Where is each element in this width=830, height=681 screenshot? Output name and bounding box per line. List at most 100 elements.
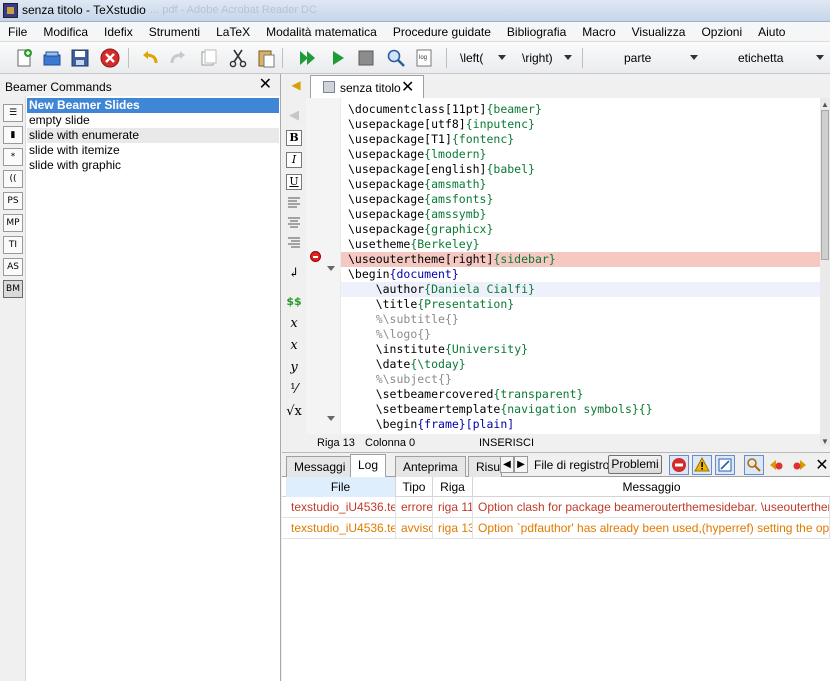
list-item[interactable]: slide with itemize	[27, 143, 279, 158]
list-item[interactable]: slide with enumerate	[27, 128, 279, 143]
menu-idefix[interactable]: Idefix	[96, 25, 141, 39]
menu-procedure-guidate[interactable]: Procedure guidate	[385, 25, 499, 39]
redo-icon[interactable]	[166, 46, 190, 70]
align-left-icon[interactable]	[286, 196, 302, 212]
tab-log[interactable]: Log	[350, 454, 387, 478]
view-pdf-icon[interactable]	[384, 46, 408, 70]
code-line[interactable]: \usepackage{amsmath}	[341, 177, 820, 192]
close-icon[interactable]: ✕	[812, 455, 830, 475]
open-file-icon[interactable]	[40, 46, 64, 70]
error-marker-icon[interactable]	[310, 251, 321, 262]
list-item[interactable]: empty slide	[27, 113, 279, 128]
code-line[interactable]: \usepackage{amssymb}	[341, 207, 820, 222]
tab-risultati[interactable]: Risul	[468, 456, 502, 477]
code-line[interactable]: %\subtitle{}	[341, 312, 820, 327]
paste-icon[interactable]	[254, 46, 278, 70]
tab-senza-titolo[interactable]: senza titolo ✕	[310, 75, 424, 98]
menu-latex[interactable]: LaTeX	[208, 25, 258, 39]
beamer-icon[interactable]: BM	[3, 280, 23, 298]
close-icon[interactable]: ✕	[259, 77, 272, 93]
save-icon[interactable]	[68, 46, 92, 70]
subscript-icon[interactable]: x	[286, 316, 302, 332]
scrollbar-thumb[interactable]	[821, 110, 829, 260]
table-row[interactable]: texstudio_iU4536.tex avviso riga 13 Option …	[282, 518, 830, 539]
scroll-up-icon[interactable]: ▲	[821, 100, 829, 109]
code-line[interactable]: \usepackage{graphicx}	[341, 222, 820, 237]
menu-bibliografia[interactable]: Bibliografia	[499, 25, 574, 39]
scroll-down-icon[interactable]: ▼	[821, 437, 829, 446]
align-right-icon[interactable]	[286, 236, 302, 252]
table-row[interactable]: texstudio_iU4536.tex errore riga 11 Option …	[282, 497, 830, 518]
next-error-icon[interactable]	[790, 455, 810, 475]
stop-icon[interactable]	[354, 46, 378, 70]
search-log-icon[interactable]	[744, 455, 764, 475]
fold-marker-icon[interactable]	[327, 266, 335, 271]
menu-macro[interactable]: Macro	[574, 25, 623, 39]
superscript-icon[interactable]: x	[286, 338, 302, 354]
code-line[interactable]: \usetheme{Berkeley}	[341, 237, 820, 252]
code-line[interactable]: \usepackage{lmodern}	[341, 147, 820, 162]
code-line[interactable]: \institute{University}	[341, 342, 820, 357]
code-line[interactable]: \documentclass[11pt]{beamer}	[341, 102, 820, 117]
fraction-icon[interactable]: y	[286, 360, 302, 376]
brackets-icon[interactable]: ((	[3, 170, 23, 188]
bold-icon[interactable]: B	[286, 130, 302, 146]
menu-modalita-matematica[interactable]: Modalità matematica	[258, 25, 385, 39]
copy-icon[interactable]	[196, 46, 220, 70]
dfrac-icon[interactable]: ⅟	[286, 382, 302, 398]
tab-messaggi[interactable]: Messaggi	[286, 456, 354, 477]
italic-icon[interactable]: I	[286, 152, 302, 168]
code-line[interactable]: \title{Presentation}	[341, 297, 820, 312]
code-line[interactable]: \usepackage[english]{babel}	[341, 162, 820, 177]
bookmarks-icon[interactable]: ▮	[3, 126, 23, 144]
tab-anteprima[interactable]: Anteprima	[395, 456, 466, 477]
code-line[interactable]: \useoutertheme[right]{sidebar}	[341, 252, 820, 267]
fold-marker-icon[interactable]	[327, 416, 335, 421]
sqrt-icon[interactable]: √x	[286, 404, 302, 420]
code-line[interactable]: \setbeamercovered{transparent}	[341, 387, 820, 402]
editor-scrollbar[interactable]: ▲ ▼	[820, 98, 830, 446]
back-arrow-icon[interactable]: ◀	[288, 78, 304, 94]
undo-icon[interactable]	[138, 46, 162, 70]
structure-icon[interactable]: ☰	[3, 104, 23, 122]
left-delimiter-combo[interactable]: \left(	[454, 47, 510, 69]
show-errors-icon[interactable]	[669, 455, 689, 475]
list-item[interactable]: slide with graphic	[27, 158, 279, 173]
code-line[interactable]: \usepackage{amsfonts}	[341, 192, 820, 207]
forward-arrow-icon[interactable]: ◀	[286, 108, 302, 124]
code-line[interactable]: \usepackage[T1]{fontenc}	[341, 132, 820, 147]
previous-error-icon[interactable]	[766, 455, 786, 475]
code-line[interactable]: \usepackage[utf8]{inputenc}	[341, 117, 820, 132]
align-center-icon[interactable]	[286, 216, 302, 232]
show-warnings-icon[interactable]	[692, 455, 712, 475]
code-line[interactable]: %\logo{}	[341, 327, 820, 342]
new-file-icon[interactable]	[12, 46, 36, 70]
math-mode-icon[interactable]: $$	[286, 294, 302, 310]
code-line[interactable]: %\subject{}	[341, 372, 820, 387]
asymptote-icon[interactable]: AS	[3, 258, 23, 276]
menu-modifica[interactable]: Modifica	[35, 25, 96, 39]
show-badboxes-icon[interactable]	[715, 455, 735, 475]
right-delimiter-combo[interactable]: \right)	[516, 47, 576, 69]
menu-strumenti[interactable]: Strumenti	[141, 25, 208, 39]
column-file[interactable]: File	[286, 477, 396, 497]
tab-scroll-left-icon[interactable]: ◀	[500, 456, 514, 473]
close-icon[interactable]: ✕	[401, 77, 414, 97]
tab-scroll-right-icon[interactable]: ▶	[514, 456, 528, 473]
menu-aiuto[interactable]: Aiuto	[750, 25, 793, 39]
newline-icon[interactable]: ↲	[286, 266, 302, 282]
tikz-icon[interactable]: TI	[3, 236, 23, 254]
code-editor[interactable]: \documentclass[11pt]{beamer} \usepackage[…	[340, 98, 820, 434]
symbols-icon[interactable]: *	[3, 148, 23, 166]
section-combo[interactable]: parte	[590, 47, 702, 69]
metapost-icon[interactable]: MP	[3, 214, 23, 232]
code-line[interactable]: \begin{frame}[plain]	[341, 417, 820, 432]
underline-icon[interactable]: U	[286, 174, 302, 190]
pstricks-icon[interactable]: PS	[3, 192, 23, 210]
problems-button[interactable]: Problemi	[608, 455, 662, 474]
compile-icon[interactable]	[326, 46, 350, 70]
column-riga[interactable]: Riga	[433, 477, 473, 497]
code-line[interactable]: \setbeamertemplate{navigation symbols}{}	[341, 402, 820, 417]
menu-visualizza[interactable]: Visualizza	[624, 25, 694, 39]
code-line[interactable]: \date{\today}	[341, 357, 820, 372]
